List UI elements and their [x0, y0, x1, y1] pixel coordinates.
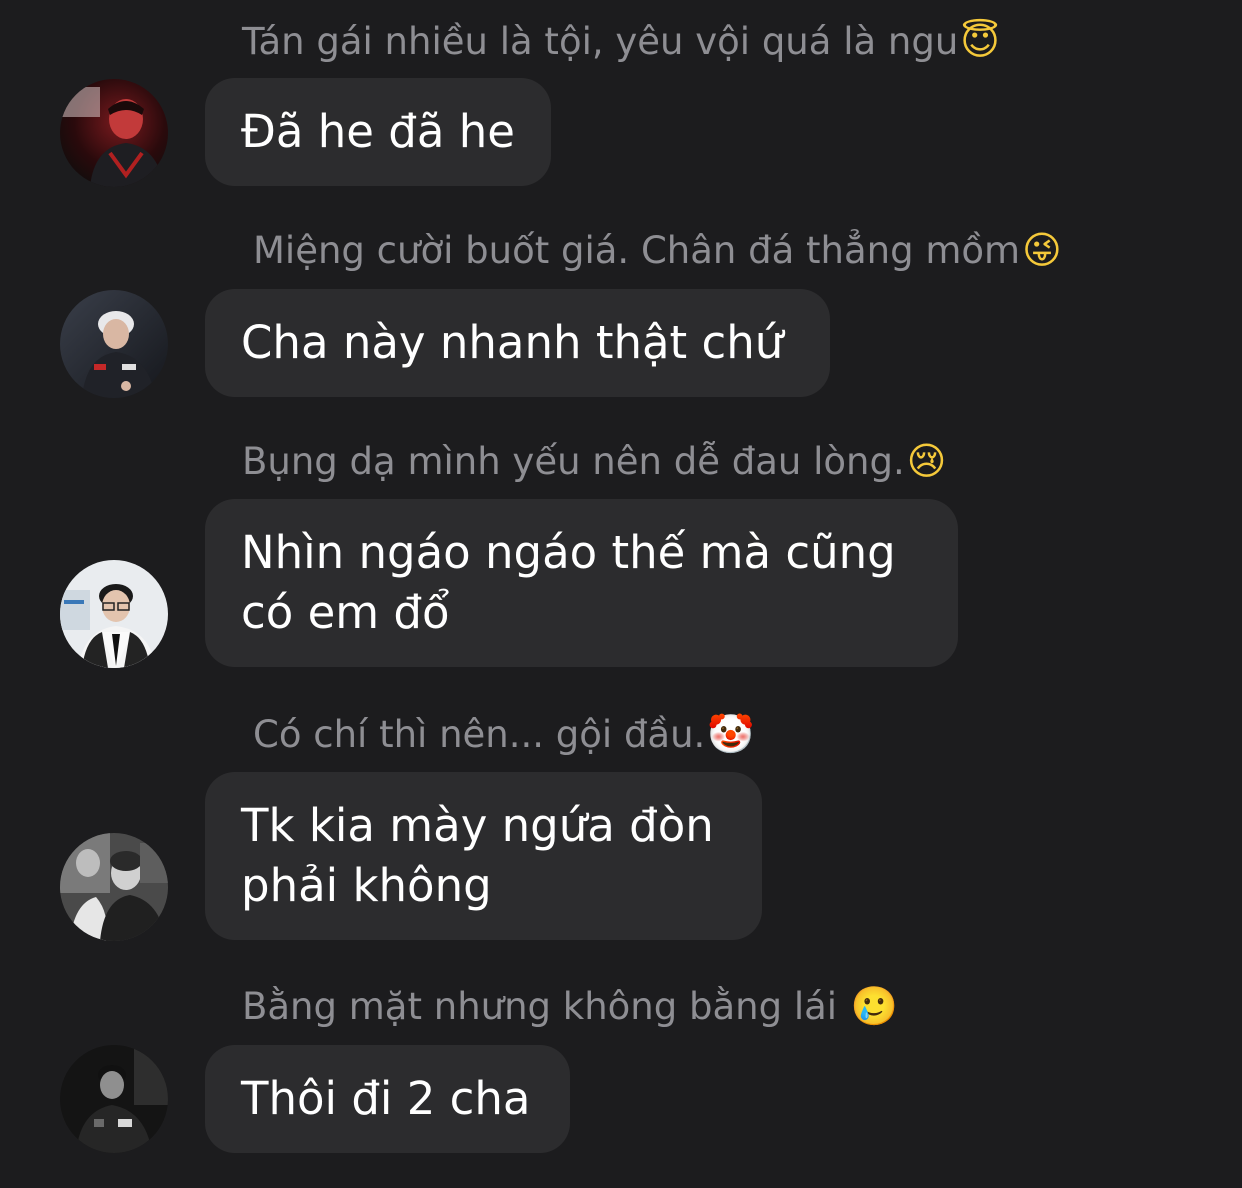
sender-nickname[interactable]: Miệng cười buốt giá. Chân đá thẳng mồm😜	[253, 228, 1062, 273]
message-bubble[interactable]: Cha này nhanh thật chứ	[205, 289, 830, 397]
message-bubble[interactable]: Tk kia mày ngứa đòn phải không	[205, 772, 762, 940]
message-bubble[interactable]: Nhìn ngáo ngáo thế mà cũng có em đổ	[205, 499, 958, 667]
avatar-white-hair-player-icon	[60, 290, 168, 398]
sender-nickname-text: Tán gái nhiều là tội, yêu vội quá là ngu	[242, 20, 959, 63]
chat-thread: Tán gái nhiều là tội, yêu vội quá là ngu…	[0, 0, 1242, 1188]
sender-nickname[interactable]: Có chí thì nên... gội đầu.🤡	[253, 712, 755, 757]
avatar[interactable]	[60, 79, 168, 187]
sender-nickname-text: Bằng mặt nhưng không bằng lái	[242, 985, 849, 1028]
smiling-face-with-halo-icon: 😇	[960, 19, 1000, 63]
message-bubble[interactable]: Thôi đi 2 cha	[205, 1045, 570, 1153]
crying-face-icon: 😢	[906, 439, 947, 483]
avatar-dark-jersey-player-icon	[60, 1045, 168, 1153]
clown-face-icon: 🤡	[707, 712, 755, 756]
avatar[interactable]	[60, 560, 168, 668]
sender-nickname[interactable]: Bằng mặt nhưng không bằng lái 🥲	[242, 984, 898, 1029]
sender-nickname-text: Bụng dạ mình yếu nên dễ đau lòng.	[242, 440, 905, 483]
sender-nickname-text: Miệng cười buốt giá. Chân đá thẳng mồm	[253, 229, 1021, 272]
winking-face-with-tongue-icon: 😜	[1022, 228, 1062, 272]
avatar-grayscale-crowd-icon	[60, 833, 168, 941]
avatar-red-lit-player-icon	[60, 79, 168, 187]
message-bubble[interactable]: Đã he đã he	[205, 78, 551, 186]
avatar-glasses-suit-icon	[60, 560, 168, 668]
sender-nickname[interactable]: Tán gái nhiều là tội, yêu vội quá là ngu…	[242, 19, 1000, 64]
avatar[interactable]	[60, 1045, 168, 1153]
smiling-face-with-tear-icon: 🥲	[850, 984, 899, 1028]
sender-nickname-text: Có chí thì nên... gội đầu.	[253, 713, 706, 756]
avatar[interactable]	[60, 290, 168, 398]
avatar[interactable]	[60, 833, 168, 941]
sender-nickname[interactable]: Bụng dạ mình yếu nên dễ đau lòng.😢	[242, 439, 946, 484]
